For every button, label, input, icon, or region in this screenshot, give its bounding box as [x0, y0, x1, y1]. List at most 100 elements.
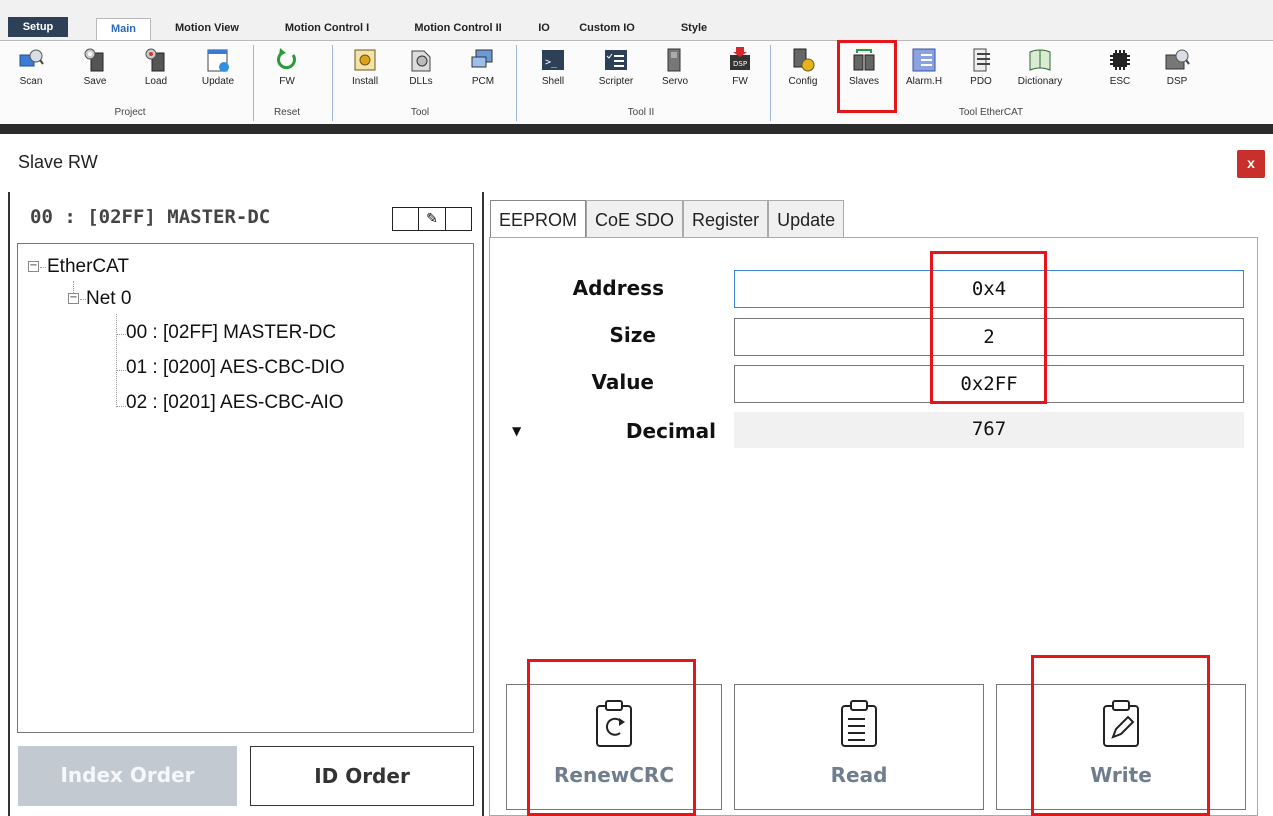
save-icon	[84, 48, 104, 72]
dsp-fw-label: FW	[732, 76, 748, 87]
highlight-write	[1031, 655, 1210, 816]
load-label: Load	[144, 76, 168, 87]
dictionary-icon	[1029, 49, 1051, 71]
group-ethercat-label: Tool EtherCAT	[958, 107, 1024, 118]
collapse-icon[interactable]: −	[28, 261, 39, 272]
servo-label: Servo	[661, 76, 689, 87]
servo-button[interactable]: Servo	[658, 47, 692, 97]
app-root: Setup Main Motion View Motion Control I …	[0, 0, 1273, 816]
install-button[interactable]: Install	[343, 47, 387, 97]
esc-button[interactable]: ESC	[1103, 47, 1137, 97]
scan-button[interactable]: Scan	[14, 47, 48, 97]
group-tool-label: Tool	[410, 107, 430, 118]
tree-node-slave-02[interactable]: 02 : [0201] AES-CBC-AIO	[126, 392, 344, 414]
group-separator	[332, 45, 333, 121]
pdo-label: PDO	[970, 76, 992, 87]
shell-label: Shell	[541, 76, 565, 87]
header-tool-right-button[interactable]	[446, 208, 471, 230]
tree-node-net-0[interactable]: Net 0	[86, 288, 131, 310]
read-button[interactable]: Read	[734, 684, 984, 810]
fw-reset-button[interactable]: FW	[270, 47, 304, 97]
close-button[interactable]: x	[1237, 150, 1265, 178]
scripter-icon	[605, 50, 627, 70]
save-button[interactable]: Save	[78, 47, 112, 97]
scripter-label: Scripter	[598, 76, 634, 87]
esc-label: ESC	[1109, 76, 1131, 87]
dsp-icon	[1165, 49, 1190, 70]
tree-node-ethercat[interactable]: EtherCAT	[47, 256, 129, 278]
header-tool-left-button[interactable]	[393, 208, 420, 230]
highlight-slaves	[837, 40, 897, 113]
pcm-button[interactable]: PCM	[466, 47, 500, 97]
dlls-button[interactable]: DLLs	[404, 47, 438, 97]
group-separator	[253, 45, 254, 121]
update-button[interactable]: Update	[196, 47, 240, 97]
pdo-button[interactable]: PDO	[964, 47, 998, 97]
id-order-button[interactable]: ID Order	[250, 746, 474, 806]
scripter-button[interactable]: Scripter	[594, 47, 638, 97]
tree-connector	[40, 267, 46, 268]
tab-update[interactable]: Update	[768, 200, 845, 238]
clipboard-list-icon	[841, 700, 877, 747]
tree-connector	[116, 406, 126, 407]
servo-icon	[667, 48, 681, 72]
tab-motion-view[interactable]: Motion View	[167, 18, 247, 40]
tree-node-slave-01[interactable]: 01 : [0200] AES-CBC-DIO	[126, 357, 345, 379]
value-label: Value	[591, 370, 654, 394]
tab-main[interactable]: Main	[96, 18, 151, 41]
pcm-icon	[471, 49, 493, 68]
window-title: Slave RW	[18, 152, 98, 172]
svg-text:>_: >_	[545, 57, 558, 68]
size-label: Size	[609, 323, 656, 347]
selected-slave-header: 00 : [02FF] MASTER-DC	[30, 206, 271, 228]
update-icon	[207, 49, 229, 72]
chip-icon	[1110, 50, 1130, 70]
dsp-fw-icon: DSP	[730, 47, 750, 70]
ribbon-tab-bar: Setup Main Motion View Motion Control I …	[0, 0, 1273, 41]
ribbon-toolbar: Scan Save Load Update Project FW Reset I…	[0, 40, 1273, 124]
tab-register[interactable]: Register	[683, 200, 769, 238]
dictionary-label: Dictionary	[1017, 76, 1063, 87]
scan-icon	[19, 49, 44, 67]
tab-motion-control-1[interactable]: Motion Control I	[277, 18, 377, 40]
index-order-button[interactable]: Index Order	[18, 746, 237, 806]
tab-custom-io[interactable]: Custom IO	[572, 18, 642, 40]
save-label: Save	[83, 76, 107, 87]
shell-button[interactable]: >_ Shell	[536, 47, 570, 97]
group-separator	[770, 45, 771, 121]
load-button[interactable]: Load	[139, 47, 173, 97]
address-label: Address	[572, 276, 664, 300]
tab-setup[interactable]: Setup	[8, 17, 68, 37]
scan-label: Scan	[19, 76, 43, 87]
dlls-icon	[411, 50, 431, 72]
fw-reset-label: FW	[279, 76, 295, 87]
tab-motion-control-2[interactable]: Motion Control II	[406, 18, 510, 40]
pdo-icon	[973, 48, 990, 72]
reset-icon	[277, 48, 296, 70]
tab-coe-sdo[interactable]: CoE SDO	[586, 200, 684, 238]
tree-connector	[116, 314, 117, 407]
dsp-button[interactable]: DSP	[1160, 47, 1194, 97]
highlight-renew-crc	[527, 659, 696, 816]
config-icon	[793, 48, 815, 72]
tree-node-slave-00[interactable]: 00 : [02FF] MASTER-DC	[126, 322, 336, 344]
group-tool2-label: Tool II	[627, 107, 655, 118]
alarm-history-button[interactable]: Alarm.H	[902, 47, 946, 97]
chevron-down-icon[interactable]: ▼	[512, 424, 521, 438]
install-label: Install	[351, 76, 379, 87]
dictionary-button[interactable]: Dictionary	[1014, 47, 1066, 97]
svg-text:DSP: DSP	[733, 60, 747, 68]
group-reset-label: Reset	[273, 107, 301, 118]
collapse-icon[interactable]: −	[68, 293, 79, 304]
dsp-fw-button[interactable]: DSP FW	[723, 47, 757, 97]
pcm-label: PCM	[471, 76, 495, 87]
highlight-fields	[930, 251, 1047, 404]
tab-style[interactable]: Style	[672, 18, 716, 40]
update-label: Update	[201, 76, 235, 87]
edit-icon[interactable]: ✎	[419, 208, 446, 230]
tab-eeprom[interactable]: EEPROM	[490, 200, 587, 239]
tab-io[interactable]: IO	[529, 18, 559, 40]
config-button[interactable]: Config	[786, 47, 820, 97]
tree-connector	[116, 334, 126, 335]
rw-tabs: EEPROM CoE SDO Register Update	[490, 200, 845, 239]
